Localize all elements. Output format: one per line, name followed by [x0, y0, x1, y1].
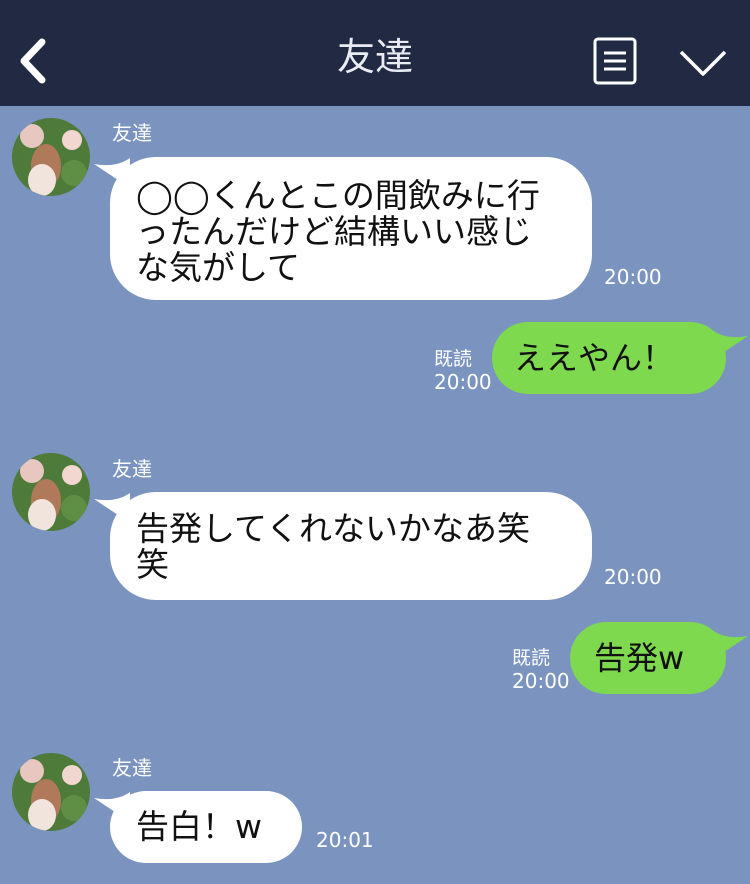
message-time: 20:01 [316, 828, 374, 852]
read-receipt: 既読 [434, 348, 473, 370]
chat-header: 友達 [0, 0, 750, 106]
avatar[interactable] [12, 753, 90, 831]
message-time: 20:00 [604, 265, 662, 289]
sender-name: 友達 [112, 756, 152, 780]
avatar[interactable] [12, 118, 90, 196]
message-bubble[interactable]: ◯◯くんとこの間飲みに行 ったんだけど結構いい感じ な気がして [110, 157, 592, 300]
message-bubble[interactable]: 告発w [570, 622, 726, 694]
menu-list-icon[interactable] [592, 36, 638, 86]
message-time: 20:00 [604, 565, 662, 589]
sender-name: 友達 [112, 457, 152, 481]
read-receipt: 既読 [512, 647, 551, 669]
message-bubble[interactable]: 告白！w [110, 791, 302, 863]
message-bubble[interactable]: ええやん！ [492, 322, 726, 394]
avatar[interactable] [12, 453, 90, 531]
message-time: 20:00 [512, 669, 570, 693]
sender-name: 友達 [112, 121, 152, 145]
chevron-down-icon[interactable] [678, 46, 728, 80]
message-time: 20:00 [434, 370, 492, 394]
message-bubble[interactable]: 告発してくれないかなあ笑 笑 [110, 492, 592, 600]
